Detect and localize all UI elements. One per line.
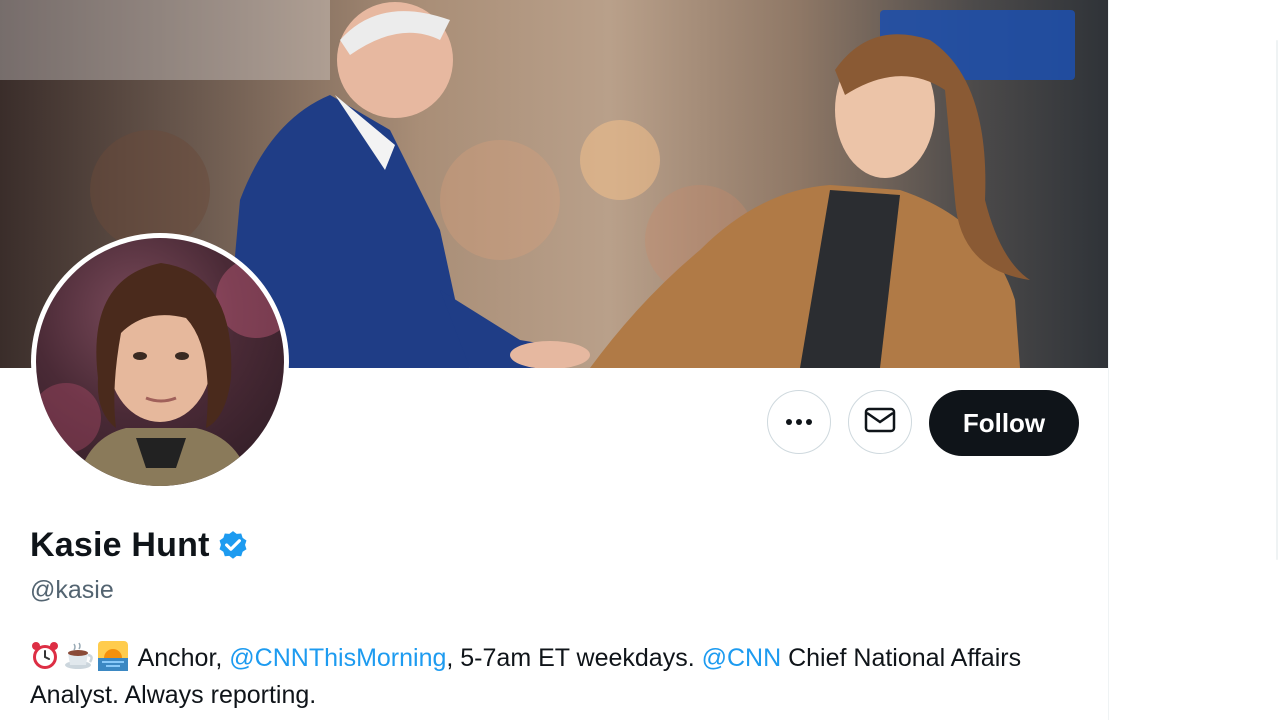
bio-mention-cnn[interactable]: @CNN xyxy=(702,644,782,672)
profile-bio: Anchor, @CNNThisMorning, 5-7am ET weekda… xyxy=(30,640,1080,714)
avatar-photo xyxy=(36,238,284,486)
follow-button-label: Follow xyxy=(962,407,1046,438)
profile-handle: @kasie xyxy=(30,576,114,604)
profile-column: Follow Kasie Hunt @kasie Anchor, @CNNThi… xyxy=(0,0,1108,720)
sidebar-edge xyxy=(1276,40,1278,560)
verified-badge-icon[interactable] xyxy=(216,529,250,563)
profile-name-row: Kasie Hunt xyxy=(30,526,250,565)
envelope-icon xyxy=(864,407,896,438)
bio-text-1: Anchor, xyxy=(132,644,230,672)
column-divider xyxy=(1108,0,1109,720)
profile-avatar[interactable] xyxy=(31,233,289,491)
more-options-button[interactable] xyxy=(767,390,831,454)
more-horizontal-icon xyxy=(785,413,813,431)
bio-text-2: , 5-7am ET weekdays. xyxy=(446,644,702,672)
alarm-clock-icon xyxy=(30,641,60,671)
message-button[interactable] xyxy=(848,390,912,454)
hot-beverage-icon xyxy=(64,641,94,671)
profile-page: Follow Kasie Hunt @kasie Anchor, @CNNThi… xyxy=(0,0,1280,720)
bio-mention-cnnthismorning[interactable]: @CNNThisMorning xyxy=(229,644,446,672)
follow-button[interactable]: Follow xyxy=(929,390,1079,456)
sunrise-icon xyxy=(98,641,128,671)
display-name: Kasie Hunt xyxy=(30,526,210,564)
